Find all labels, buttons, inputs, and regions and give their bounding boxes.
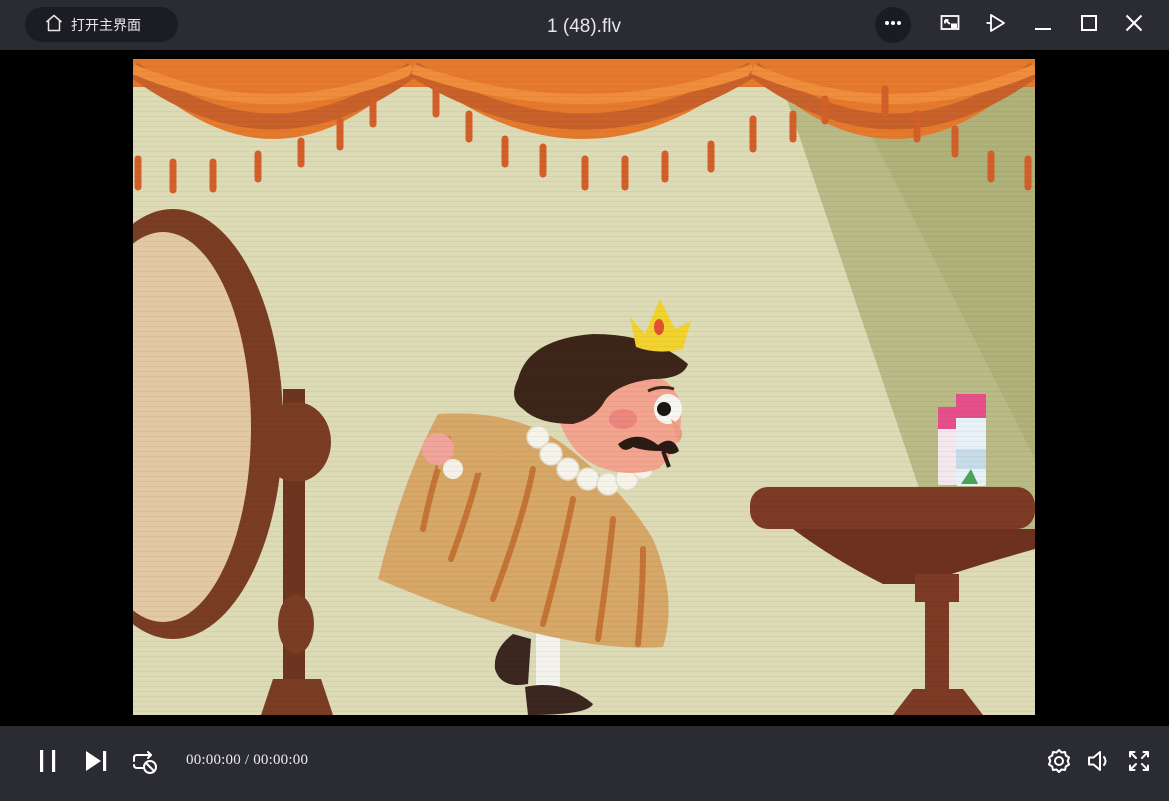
player-window: 打开主界面 1 (48).flv 00:00:00 / 00:00:00 xyxy=(0,0,1169,801)
pin-top-icon xyxy=(985,12,1007,39)
pause-icon xyxy=(34,747,62,780)
maximize-icon xyxy=(1078,12,1100,39)
title-bar[interactable]: 打开主界面 1 (48).flv xyxy=(0,0,1169,50)
maximize-button[interactable] xyxy=(1071,7,1107,43)
next-icon xyxy=(82,747,110,780)
close-button[interactable] xyxy=(1116,7,1152,43)
video-area[interactable] xyxy=(0,50,1169,726)
video-file-title: 1 (48).flv xyxy=(547,16,621,37)
volume-button[interactable] xyxy=(1084,748,1114,778)
loop-off-icon xyxy=(130,747,158,780)
fullscreen-icon xyxy=(1125,747,1153,780)
video-frame-image xyxy=(133,59,1035,715)
minimize-icon xyxy=(1032,12,1054,39)
settings-icon xyxy=(1045,747,1073,780)
current-time: 00:00:00 xyxy=(186,752,241,768)
close-icon xyxy=(1123,12,1145,39)
pause-button[interactable] xyxy=(33,748,63,778)
loop-button[interactable] xyxy=(129,748,159,778)
mini-mode-icon xyxy=(939,12,961,39)
volume-icon xyxy=(1085,747,1113,780)
total-time: 00:00:00 xyxy=(253,752,309,768)
home-icon xyxy=(44,13,71,36)
time-separator: / xyxy=(240,752,254,768)
fullscreen-button[interactable] xyxy=(1124,748,1154,778)
more-button[interactable] xyxy=(875,7,911,43)
mini-mode-button[interactable] xyxy=(932,7,968,43)
playback-time: 00:00:00 / 00:00:00 xyxy=(186,752,308,769)
settings-button[interactable] xyxy=(1044,748,1074,778)
control-bar: 00:00:00 / 00:00:00 xyxy=(0,726,1169,801)
minimize-button[interactable] xyxy=(1025,7,1061,43)
open-main-window-label: 打开主界面 xyxy=(71,16,141,33)
more-icon xyxy=(882,12,904,39)
video-frame[interactable] xyxy=(133,59,1035,715)
next-button[interactable] xyxy=(81,748,111,778)
pin-top-button[interactable] xyxy=(978,7,1014,43)
open-main-window-button[interactable]: 打开主界面 xyxy=(25,7,178,42)
